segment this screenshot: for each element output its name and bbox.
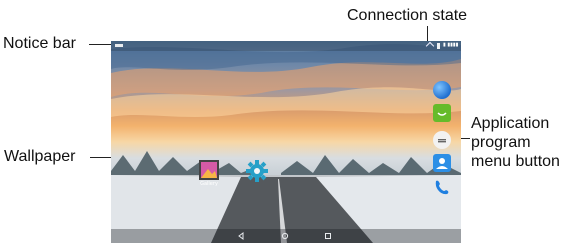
browser-globe-icon[interactable]	[433, 81, 451, 99]
recent-apps-icon[interactable]	[324, 232, 332, 240]
app-grid-icon	[438, 139, 446, 143]
message-smile-glyph	[437, 112, 447, 116]
home-screen[interactable]: ▮ ▮▮▮▮ Gallery	[111, 41, 461, 243]
notice-bar[interactable]: ▮ ▮▮▮▮	[111, 41, 461, 51]
app-menu-callout-line-3: menu button	[471, 153, 560, 170]
gallery-icon	[199, 160, 219, 180]
app-menu-button[interactable]	[433, 131, 451, 149]
settings-app[interactable]	[245, 159, 269, 183]
message-icon[interactable]	[433, 104, 451, 122]
wifi-icon	[425, 41, 435, 51]
app-menu-callout-line-2: program	[471, 134, 531, 151]
notice-bar-callout: Notice bar	[3, 35, 76, 52]
gear-icon	[246, 160, 268, 182]
gallery-label: Gallery	[200, 181, 218, 187]
phone-handset-glyph	[435, 180, 449, 195]
gallery-app[interactable]: Gallery	[197, 159, 221, 189]
wallpaper-callout: Wallpaper	[4, 148, 76, 165]
contact-person-glyph	[436, 158, 448, 169]
status-clock: ▮ ▮▮▮▮	[443, 42, 459, 48]
navigation-bar	[111, 229, 461, 243]
wallpaper-scenery	[111, 151, 461, 243]
notification-icon	[115, 44, 123, 47]
contacts-icon[interactable]	[433, 154, 451, 172]
home-icon[interactable]	[281, 232, 289, 240]
phone-icon[interactable]	[433, 178, 451, 196]
battery-icon	[437, 43, 440, 49]
app-menu-button-callout: Application program menu button	[471, 114, 560, 171]
connection-state-callout: Connection state	[347, 7, 468, 24]
app-menu-callout-line-1: Application	[471, 115, 550, 132]
notice-bar-leader	[89, 44, 113, 45]
back-icon[interactable]	[237, 232, 245, 240]
